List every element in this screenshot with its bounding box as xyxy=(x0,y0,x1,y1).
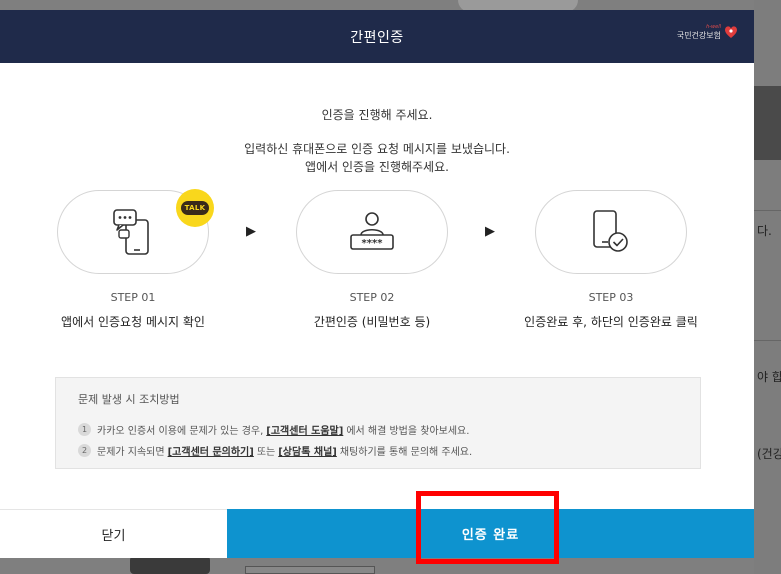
intro-line-1: 입력하신 휴대폰으로 인증 요청 메시지를 보냈습니다. xyxy=(244,142,510,156)
background-text: 다. xyxy=(757,224,772,238)
chat-channel-link[interactable]: [상담톡 채널] xyxy=(278,443,337,458)
step-2-pill: **** xyxy=(296,190,448,274)
auth-complete-button[interactable]: 인증 완료 xyxy=(227,509,754,558)
step-arrow-icon: ▶ xyxy=(246,224,256,239)
phone-check-icon xyxy=(593,210,628,252)
step-3: STEP 03 인증완료 후, 하단의 인증완료 클릭 xyxy=(511,190,711,330)
help-text: 채팅하기를 통해 문의해 주세요. xyxy=(339,447,473,458)
contact-center-link[interactable]: [고객센터 문의하기] xyxy=(168,443,254,458)
step-1: TALK STEP 01 앱에서 인증요청 메시지 확인 xyxy=(33,189,233,330)
step-2: **** STEP 02 간편인증 (비밀번호 등) xyxy=(272,190,472,330)
help-text: 또는 xyxy=(256,447,276,458)
intro: 인증을 진행해 주세요. 입력하신 휴대폰으로 인증 요청 메시지를 보냈습니다… xyxy=(0,106,754,176)
help-title: 문제 발생 시 조치방법 xyxy=(78,393,180,406)
user-password-icon: **** xyxy=(350,212,394,250)
heart-logo-icon xyxy=(725,26,737,38)
brand-small-text: h-well xyxy=(706,23,721,30)
help-text: 에서 해결 방법을 찾아보세요. xyxy=(346,426,470,437)
help-item-2: 2 문제가 지속되면 [고객센터 문의하기] 또는 [상담톡 채널] 채팅하기를… xyxy=(78,443,678,458)
svg-text:****: **** xyxy=(362,238,384,249)
modal-header: 간편인증 h-well 국민건강보험 xyxy=(0,10,754,63)
intro-title: 인증을 진행해 주세요. xyxy=(321,108,433,122)
help-box: 문제 발생 시 조치방법 1 카카오 인증서 이용에 문제가 있는 경우, [고… xyxy=(55,377,701,469)
brand-name: 국민건강보험 xyxy=(676,30,721,40)
help-text: 문제가 지속되면 xyxy=(97,447,165,458)
help-list: 1 카카오 인증서 이용에 문제가 있는 경우, [고객센터 도움말] 에서 해… xyxy=(78,422,678,458)
brand-logo: h-well 국민건강보험 xyxy=(677,24,738,40)
step-3-label: STEP 03 xyxy=(588,291,634,304)
help-text: 카카오 인증서 이용에 문제가 있는 경우, xyxy=(97,426,264,437)
intro-line-2: 앱에서 인증을 진행해주세요. xyxy=(305,160,449,174)
background-text: 야 합 xyxy=(757,370,781,384)
intro-description: 입력하신 휴대폰으로 인증 요청 메시지를 보냈습니다. 앱에서 인증을 진행해… xyxy=(0,140,754,176)
number-badge: 2 xyxy=(78,444,91,457)
number-badge: 1 xyxy=(78,423,91,436)
background-button xyxy=(130,556,210,574)
background-text: (건강 xyxy=(757,447,781,461)
step-arrow-icon: ▶ xyxy=(485,224,495,239)
modal-footer: 닫기 인증 완료 xyxy=(0,509,754,558)
background-divider xyxy=(754,340,781,341)
modal-title: 간편인증 xyxy=(350,29,404,46)
phone-chat-icon xyxy=(113,209,149,255)
help-item-1: 1 카카오 인증서 이용에 문제가 있는 경우, [고객센터 도움말] 에서 해… xyxy=(78,422,678,437)
step-3-description: 인증완료 후, 하단의 인증완료 클릭 xyxy=(524,315,698,329)
close-button[interactable]: 닫기 xyxy=(0,509,227,558)
step-1-pill: TALK xyxy=(57,189,214,274)
background-divider xyxy=(754,210,781,211)
kakao-talk-badge: TALK xyxy=(176,189,214,227)
step-1-label: STEP 01 xyxy=(110,291,156,304)
background-box xyxy=(245,566,375,574)
step-2-description: 간편인증 (비밀번호 등) xyxy=(313,315,431,329)
talk-label: TALK xyxy=(180,201,210,215)
help-center-link[interactable]: [고객센터 도움말] xyxy=(266,422,343,437)
step-3-pill xyxy=(535,190,687,274)
step-1-description: 앱에서 인증요청 메시지 확인 xyxy=(61,315,205,329)
steps: TALK STEP 01 앱에서 인증요청 메시지 확인 ▶ **** STEP… xyxy=(0,189,754,350)
auth-modal: 간편인증 h-well 국민건강보험 인증을 진행해 주세요. 입력하신 휴대폰… xyxy=(0,10,754,558)
step-2-label: STEP 02 xyxy=(349,291,395,304)
background-dark-bar xyxy=(754,86,781,160)
